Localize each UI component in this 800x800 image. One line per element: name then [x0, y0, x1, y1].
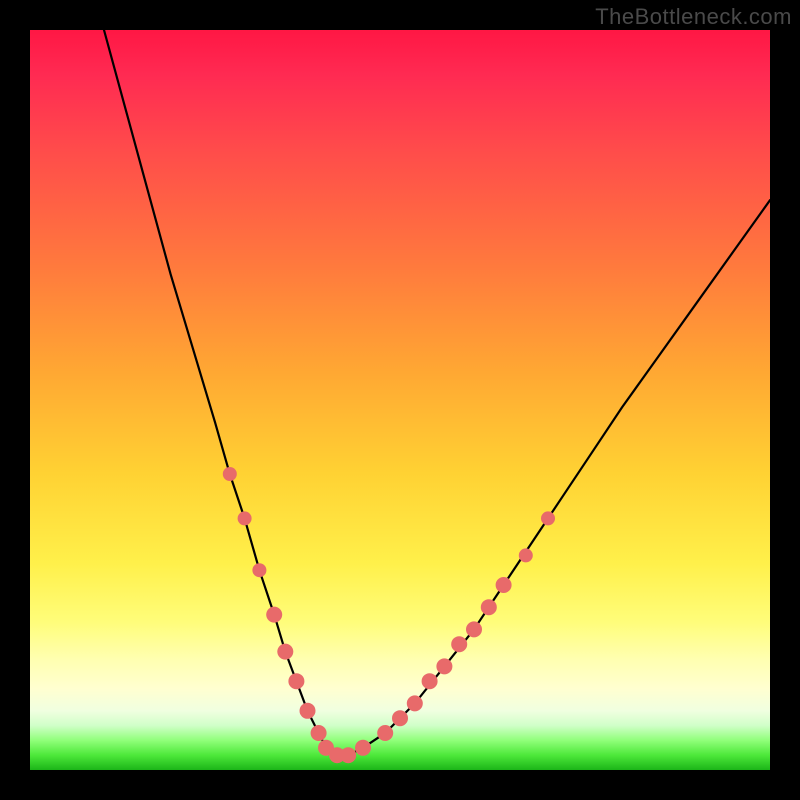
marker-point	[300, 703, 316, 719]
marker-point	[436, 658, 452, 674]
chart-svg	[30, 30, 770, 770]
marker-point	[238, 511, 252, 525]
marker-point	[481, 599, 497, 615]
marker-point	[407, 695, 423, 711]
marker-point	[466, 621, 482, 637]
marker-point	[451, 636, 467, 652]
watermark-text: TheBottleneck.com	[595, 4, 792, 30]
marker-point	[519, 548, 533, 562]
bottleneck-curve	[104, 30, 770, 755]
marker-point	[311, 725, 327, 741]
marker-point	[288, 673, 304, 689]
marker-point	[392, 710, 408, 726]
marker-point	[340, 747, 356, 763]
marker-point	[496, 577, 512, 593]
highlighted-points	[223, 467, 555, 763]
marker-point	[541, 511, 555, 525]
marker-point	[266, 607, 282, 623]
marker-point	[252, 563, 266, 577]
marker-point	[277, 644, 293, 660]
plot-area	[30, 30, 770, 770]
marker-point	[422, 673, 438, 689]
marker-point	[355, 740, 371, 756]
marker-point	[377, 725, 393, 741]
marker-point	[223, 467, 237, 481]
chart-frame: TheBottleneck.com	[0, 0, 800, 800]
